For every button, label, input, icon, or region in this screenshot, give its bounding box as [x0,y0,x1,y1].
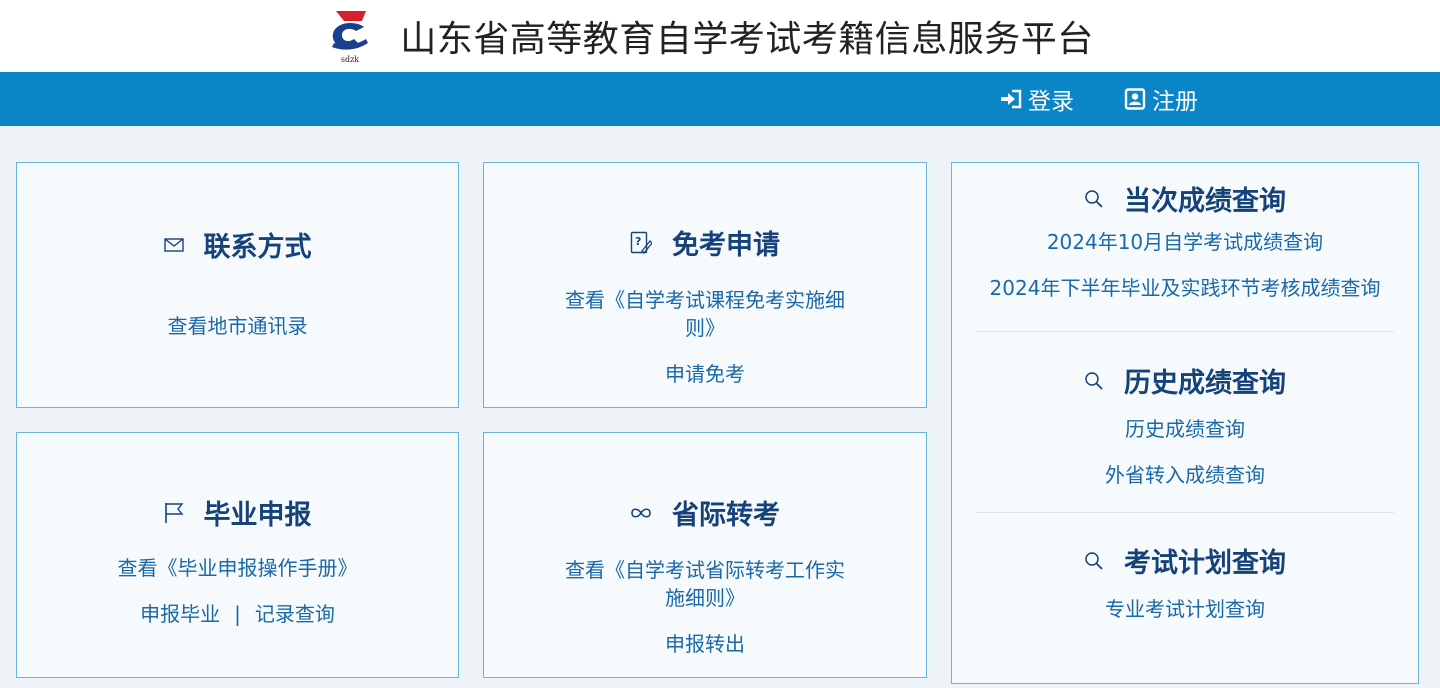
sdzk-logo: sdzk [332,11,369,64]
envelope-icon [163,237,184,252]
contact-card: 联系方式 查看地市通讯录 [16,162,459,408]
link-separator: | [234,602,241,626]
major-plan-link[interactable]: 专业考试计划查询 [952,595,1418,623]
current-score-title: 当次成绩查询 [952,179,1418,218]
exempt-card-title: ? 免考申请 [484,223,926,262]
site-header: sdzk 山东省高等教育自学考试考籍信息服务平台 [0,0,1440,72]
contact-card-title: 联系方式 [17,225,458,264]
practice-score-link[interactable]: 2024年下半年毕业及实践环节考核成绩查询 [952,274,1418,302]
register-label: 注册 [1152,89,1198,115]
site-title: 山东省高等教育自学考试考籍信息服务平台 [400,19,1094,60]
svg-text:?: ? [635,235,641,248]
transfer-rules-link[interactable]: 查看《自学考试省际转考工作实 施细则》 [484,556,926,612]
exempt-rules-link[interactable]: 查看《自学考试课程免考实施细 则》 [484,286,926,342]
apply-graduation-link[interactable]: 申报毕业 [140,600,220,628]
section-divider [976,331,1394,332]
sign-in-icon [1001,89,1022,109]
apply-exempt-link[interactable]: 申请免考 [484,360,926,388]
history-score-link[interactable]: 历史成绩查询 [952,415,1418,443]
transfer-in-score-link[interactable]: 外省转入成绩查询 [952,461,1418,489]
exempt-card: ? 免考申请 查看《自学考试课程免考实施细 则》 申请免考 [483,162,927,408]
exam-plan-title: 考试计划查询 [952,541,1418,580]
record-query-link[interactable]: 记录查询 [255,600,335,628]
graduation-manual-link[interactable]: 查看《毕业申报操作手册》 [17,554,458,582]
search-icon [1085,371,1103,390]
login-label: 登录 [1028,89,1074,115]
user-card-icon [1124,88,1146,110]
transfer-card-title: 省际转考 [484,493,926,532]
login-link[interactable]: 登录 [1000,72,1074,126]
top-navbar: 登录 注册 [0,72,1440,126]
graduation-card-title: 毕业申报 [17,493,458,532]
transfer-card: 省际转考 查看《自学考试省际转考工作实 施细则》 申报转出 [483,432,927,678]
flag-icon [164,502,183,523]
history-score-title: 历史成绩查询 [952,361,1418,400]
search-icon [1085,189,1103,208]
oct-score-link[interactable]: 2024年10月自学考试成绩查询 [952,228,1418,256]
edit-note-icon: ? [630,231,652,254]
svg-text:sdzk: sdzk [341,55,359,64]
infinity-icon [631,507,651,518]
graduation-actions: 申报毕业 | 记录查询 [17,600,458,628]
graduation-card: 毕业申报 查看《毕业申报操作手册》 申报毕业 | 记录查询 [16,432,459,678]
register-link[interactable]: 注册 [1124,72,1198,126]
apply-transfer-link[interactable]: 申报转出 [484,630,926,658]
score-query-card: 当次成绩查询 2024年10月自学考试成绩查询 2024年下半年毕业及实践环节考… [951,162,1419,684]
city-directory-link[interactable]: 查看地市通讯录 [17,312,458,340]
section-divider [976,512,1394,513]
search-icon [1085,551,1103,570]
